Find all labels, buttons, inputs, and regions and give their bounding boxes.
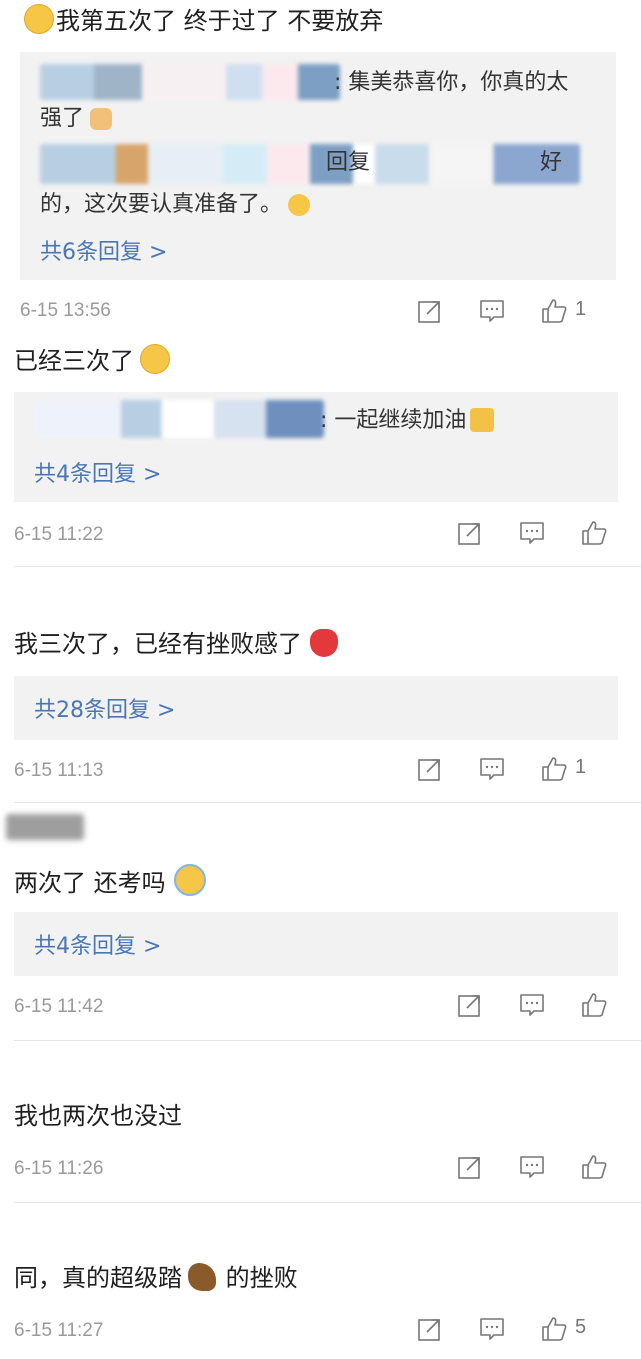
divider bbox=[14, 1040, 641, 1041]
comment-icon[interactable] bbox=[519, 1154, 545, 1180]
action-bar: 1 bbox=[417, 298, 617, 328]
like-count: 1 bbox=[575, 298, 587, 320]
username-blur bbox=[40, 144, 580, 184]
comment-text: 同，真的超级踏 的挫败 bbox=[14, 1263, 298, 1292]
like-icon[interactable] bbox=[541, 756, 567, 782]
sweat-smile-emoji-icon bbox=[24, 4, 54, 34]
timestamp: 6-15 11:13 bbox=[14, 760, 104, 781]
comment-icon[interactable] bbox=[479, 298, 505, 324]
timestamp: 6-15 11:27 bbox=[14, 1320, 104, 1341]
crying-emoji-icon bbox=[173, 864, 206, 896]
comment-text: 两次了 还考吗 bbox=[14, 864, 208, 899]
reply-box[interactable]: : 集美恭喜你，你真的太 强了 回复 好 的，这次要认真准备了。 共6条回复 > bbox=[20, 52, 616, 280]
broken-heart-emoji-icon bbox=[310, 629, 338, 657]
reply-box[interactable]: 共28条回复 > bbox=[14, 676, 618, 740]
share-icon[interactable] bbox=[457, 1154, 483, 1180]
reply-line: 回复 bbox=[326, 150, 371, 175]
like-count: 1 bbox=[575, 756, 587, 778]
view-replies-link[interactable]: 共6条回复 > bbox=[40, 234, 167, 266]
divider bbox=[14, 802, 641, 803]
reply-line: 好 bbox=[540, 150, 563, 175]
divider bbox=[14, 1202, 641, 1203]
share-icon[interactable] bbox=[417, 1316, 443, 1342]
thumbs-up-emoji-icon bbox=[90, 108, 113, 130]
comment-text: 我第五次了 终于过了 不要放弃 bbox=[22, 4, 383, 37]
reply-line: : 一起继续加油 bbox=[320, 406, 496, 436]
muscle-emoji-icon bbox=[470, 408, 495, 432]
like-icon[interactable] bbox=[581, 520, 607, 546]
reply-line: : 集美恭喜你，你真的太 bbox=[334, 70, 569, 95]
like-icon[interactable] bbox=[581, 992, 607, 1018]
eye-roll-emoji-icon bbox=[140, 344, 170, 374]
comment-text: 我也两次也没过 bbox=[14, 1102, 182, 1130]
comment-icon[interactable] bbox=[479, 756, 505, 782]
username-blur bbox=[6, 814, 84, 840]
action-bar: 1 bbox=[417, 756, 617, 786]
action-bar bbox=[437, 520, 617, 550]
share-icon[interactable] bbox=[457, 992, 483, 1018]
view-replies-link[interactable]: 共28条回复 > bbox=[34, 692, 175, 724]
like-count: 5 bbox=[575, 1316, 587, 1338]
like-icon[interactable] bbox=[541, 1316, 567, 1342]
share-icon[interactable] bbox=[457, 520, 483, 546]
share-icon[interactable] bbox=[417, 756, 443, 782]
action-bar bbox=[437, 992, 617, 1022]
reply-line: 的，这次要认真准备了。 bbox=[40, 190, 312, 220]
view-replies-link[interactable]: 共4条回复 > bbox=[34, 928, 161, 960]
comment-icon[interactable] bbox=[479, 1316, 505, 1342]
horse-emoji-icon bbox=[188, 1263, 216, 1291]
comment-text: 我三次了，已经有挫败感了 bbox=[14, 628, 340, 660]
like-icon[interactable] bbox=[541, 298, 567, 324]
username-blur bbox=[34, 400, 324, 438]
timestamp: 6-15 11:22 bbox=[14, 524, 104, 545]
like-icon[interactable] bbox=[581, 1154, 607, 1180]
action-bar: 5 bbox=[417, 1316, 617, 1346]
action-bar bbox=[437, 1154, 617, 1184]
reply-box[interactable]: 共4条回复 > bbox=[14, 912, 618, 976]
kiss-emoji-icon bbox=[288, 194, 311, 216]
timestamp: 6-15 11:42 bbox=[14, 996, 104, 1017]
timestamp: 6-15 11:26 bbox=[14, 1158, 104, 1179]
divider bbox=[14, 566, 641, 567]
comment-icon[interactable] bbox=[519, 520, 545, 546]
username-blur bbox=[40, 64, 340, 100]
view-replies-link[interactable]: 共4条回复 > bbox=[34, 456, 161, 488]
reply-line: 强了 bbox=[40, 104, 114, 134]
timestamp: 6-15 13:56 bbox=[20, 300, 111, 321]
reply-box[interactable]: : 一起继续加油 共4条回复 > bbox=[14, 392, 618, 502]
comment-text: 已经三次了 bbox=[14, 344, 172, 377]
comment-icon[interactable] bbox=[519, 992, 545, 1018]
share-icon[interactable] bbox=[417, 298, 443, 324]
